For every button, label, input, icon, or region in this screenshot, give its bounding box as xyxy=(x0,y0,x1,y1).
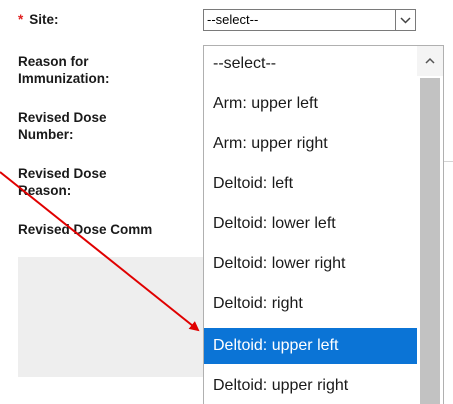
option-deltoid-upper-right[interactable]: Deltoid: upper right xyxy=(204,368,417,404)
site-dropdown-list[interactable]: --select-- Arm: upper left Arm: upper ri… xyxy=(203,45,444,404)
scroll-up-button[interactable] xyxy=(417,46,443,76)
option-deltoid-lower-left[interactable]: Deltoid: lower left xyxy=(204,206,417,242)
required-marker: * xyxy=(18,12,24,27)
option-arm-upper-right[interactable]: Arm: upper right xyxy=(204,126,417,162)
chevron-down-icon xyxy=(400,17,411,24)
option-deltoid-upper-left[interactable]: Deltoid: upper left xyxy=(204,328,417,364)
option-select[interactable]: --select-- xyxy=(204,46,417,82)
revised-dose-reason-label: Revised Dose Reason: xyxy=(18,166,107,198)
revised-dose-comments-label: Revised Dose Comm xyxy=(18,222,153,237)
comments-panel[interactable] xyxy=(18,257,208,377)
dropdown-scrollbar[interactable] xyxy=(417,46,443,404)
option-deltoid-right[interactable]: Deltoid: right xyxy=(204,286,417,322)
scroll-thumb[interactable] xyxy=(420,78,440,404)
select-toggle-button[interactable] xyxy=(395,10,415,30)
site-select[interactable]: --select-- xyxy=(203,9,416,31)
site-label-text: Site: xyxy=(29,12,59,27)
revised-dose-number-label: Revised Dose Number: xyxy=(18,110,107,142)
option-deltoid-left[interactable]: Deltoid: left xyxy=(204,166,417,202)
site-label: * Site: xyxy=(18,11,59,28)
reason-for-immunization-label: Reason for Immunization: xyxy=(18,54,110,86)
option-arm-upper-left[interactable]: Arm: upper left xyxy=(204,86,417,122)
site-select-value: --select-- xyxy=(207,12,259,27)
chevron-up-icon xyxy=(425,57,435,64)
option-deltoid-lower-right[interactable]: Deltoid: lower right xyxy=(204,246,417,282)
